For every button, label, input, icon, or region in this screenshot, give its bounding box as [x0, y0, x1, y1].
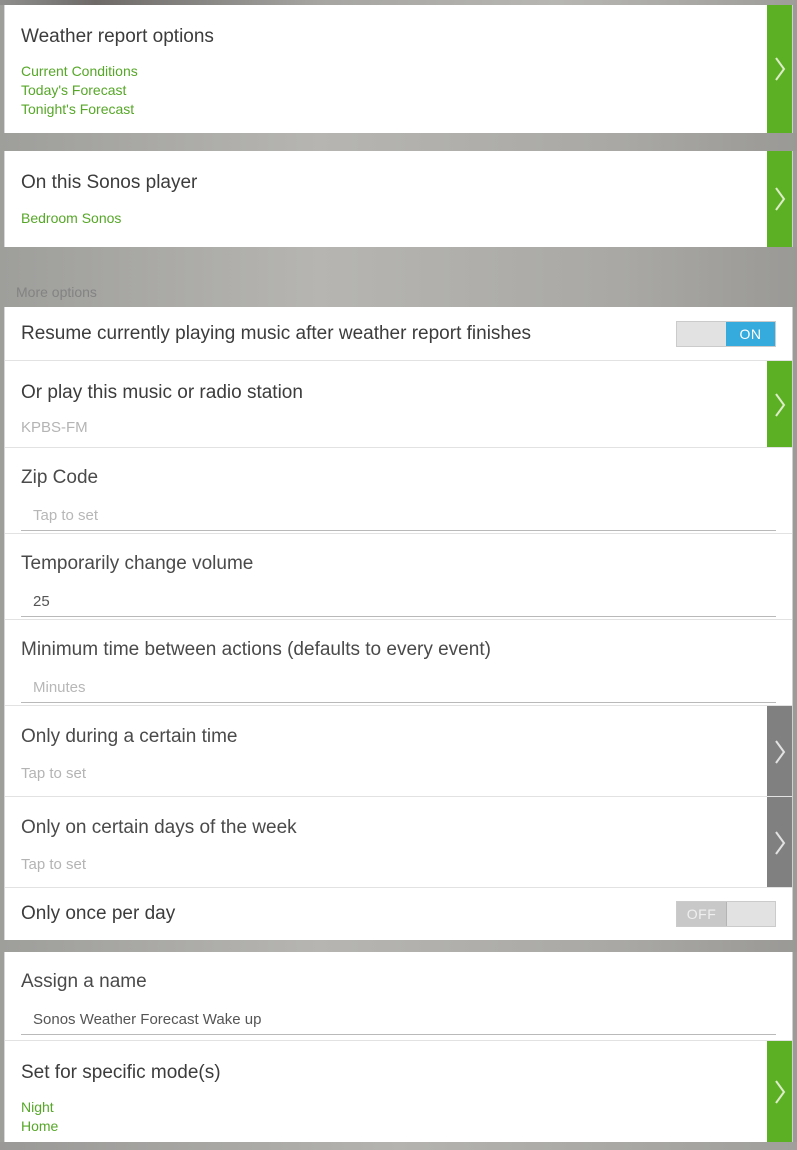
specific-modes-chevron-button[interactable] — [767, 1041, 792, 1142]
specific-modes-list: Night Home — [21, 1098, 776, 1136]
sonos-player-row[interactable]: On this Sonos player Bedroom Sonos — [5, 151, 792, 247]
certain-days-row[interactable]: Only on certain days of the week Tap to … — [5, 796, 792, 888]
chevron-right-icon — [774, 57, 785, 81]
chevron-right-icon — [774, 830, 785, 855]
card-sonos-player[interactable]: On this Sonos player Bedroom Sonos — [4, 151, 793, 247]
once-per-day-toggle[interactable]: OFF — [676, 900, 776, 927]
chevron-right-icon — [774, 739, 785, 764]
weather-report-chevron-button[interactable] — [767, 5, 792, 133]
minimum-time-input[interactable]: Minutes — [21, 673, 776, 703]
volume-input[interactable]: 25 — [21, 587, 776, 617]
weather-option-current-conditions: Current Conditions — [21, 63, 138, 79]
volume-row[interactable]: Temporarily change volume 25 — [5, 533, 792, 619]
assign-name-input[interactable]: Sonos Weather Forecast Wake up — [21, 1005, 776, 1035]
chevron-right-icon — [774, 187, 785, 211]
weather-report-options-row[interactable]: Weather report options Current Condition… — [5, 5, 792, 133]
radio-station-chevron-button[interactable] — [767, 361, 792, 448]
radio-station-row[interactable]: Or play this music or radio station KPBS… — [5, 360, 792, 448]
certain-days-title: Only on certain days of the week — [21, 817, 297, 838]
certain-days-value: Tap to set — [21, 856, 87, 873]
minimum-time-placeholder: Minutes — [33, 679, 86, 696]
once-per-day-title: Only once per day — [21, 903, 176, 924]
radio-station-title: Or play this music or radio station — [21, 382, 303, 403]
once-per-day-row[interactable]: Only once per day OFF — [5, 887, 792, 939]
resume-music-row[interactable]: Resume currently playing music after wea… — [5, 307, 792, 360]
resume-music-toggle[interactable]: ON — [676, 320, 776, 347]
zip-code-title: Zip Code — [21, 467, 99, 488]
sonos-player-chevron-button[interactable] — [767, 151, 792, 247]
bottom-strip — [0, 1142, 797, 1150]
zip-code-input[interactable]: Tap to set — [21, 501, 776, 531]
card-name-and-modes[interactable]: Assign a name Sonos Weather Forecast Wak… — [4, 952, 793, 1142]
card-weather-report-options[interactable]: Weather report options Current Condition… — [4, 5, 793, 133]
weather-report-options-list: Current Conditions Today's Forecast Toni… — [21, 62, 776, 119]
resume-music-title: Resume currently playing music after wea… — [21, 323, 532, 344]
mode-home: Home — [21, 1118, 59, 1134]
certain-time-value: Tap to set — [21, 765, 87, 782]
weather-option-tonights-forecast: Tonight's Forecast — [21, 101, 135, 117]
assign-name-row[interactable]: Assign a name Sonos Weather Forecast Wak… — [5, 952, 792, 1040]
weather-report-options-title: Weather report options — [21, 26, 214, 47]
weather-option-todays-forecast: Today's Forecast — [21, 82, 127, 98]
assign-name-value: Sonos Weather Forecast Wake up — [33, 1011, 262, 1028]
chevron-right-icon — [774, 392, 785, 417]
volume-value: 25 — [33, 593, 50, 610]
zip-code-placeholder: Tap to set — [33, 507, 99, 524]
certain-days-chevron-button[interactable] — [767, 797, 792, 888]
resume-music-toggle-label: ON — [726, 321, 775, 346]
more-options-header: More options — [0, 247, 797, 307]
more-options-label: More options — [16, 284, 97, 300]
once-per-day-toggle-label: OFF — [677, 901, 727, 926]
zip-code-row[interactable]: Zip Code Tap to set — [5, 447, 792, 533]
sonos-player-title: On this Sonos player — [21, 172, 198, 193]
card-separator-1 — [0, 133, 797, 151]
specific-modes-row[interactable]: Set for specific mode(s) Night Home — [5, 1040, 792, 1142]
certain-time-title: Only during a certain time — [21, 726, 238, 747]
certain-time-row[interactable]: Only during a certain time Tap to set — [5, 705, 792, 797]
card-separator-2 — [0, 940, 797, 952]
specific-modes-title: Set for specific mode(s) — [21, 1062, 221, 1083]
sonos-player-value: Bedroom Sonos — [21, 210, 122, 226]
card-more-options[interactable]: Resume currently playing music after wea… — [4, 307, 793, 940]
certain-time-chevron-button[interactable] — [767, 706, 792, 797]
minimum-time-row[interactable]: Minimum time between actions (defaults t… — [5, 619, 792, 705]
radio-station-value: KPBS-FM — [21, 419, 88, 436]
volume-title: Temporarily change volume — [21, 553, 254, 574]
assign-name-title: Assign a name — [21, 971, 147, 992]
minimum-time-title: Minimum time between actions (defaults t… — [21, 639, 491, 660]
settings-screen: Weather report options Current Condition… — [0, 0, 797, 1150]
mode-night: Night — [21, 1099, 54, 1115]
chevron-right-icon — [774, 1080, 785, 1104]
